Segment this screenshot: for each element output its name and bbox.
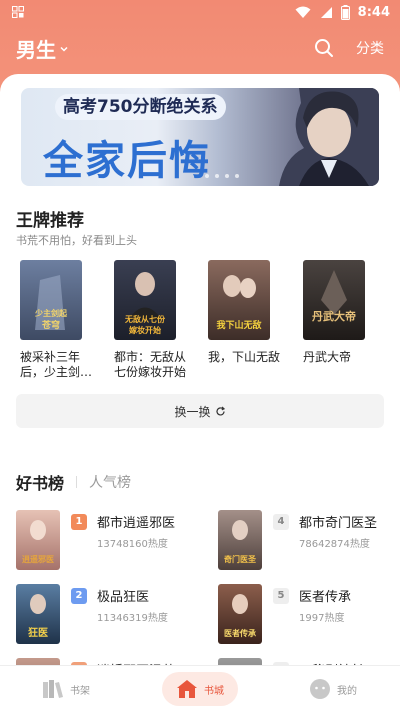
signal-icon <box>320 6 332 18</box>
profile-icon <box>310 679 330 699</box>
recommendation-title: 我，下山无敌 <box>208 350 281 364</box>
rank-badge: 4 <box>273 514 289 530</box>
ranking-item[interactable]: 奇门医圣 4 都市奇门医圣 78642874热度 <box>218 510 388 570</box>
recommendation-item[interactable]: 我下山无敌 我，下山无敌 <box>208 260 280 365</box>
book-cover: 少主剑起 苍穹 <box>20 260 82 340</box>
tab-good-books[interactable]: 好书榜 <box>16 470 64 494</box>
ranking-title: 都市逍遥邪医 <box>97 516 176 531</box>
banner-pill-text: 高考750分断绝关系 <box>55 94 226 120</box>
recommendation-item[interactable]: 丹武大帝 丹武大帝 <box>303 260 373 365</box>
svg-text:逍遥邪医: 逍遥邪医 <box>22 554 54 564</box>
banner-title: 全家后悔 <box>43 138 211 184</box>
svg-text:狂医: 狂医 <box>28 626 48 639</box>
bookstore-home-icon <box>177 680 197 698</box>
cover-art: 我下山无敌 <box>216 275 262 331</box>
tab-popular[interactable]: 人气榜 <box>89 472 131 492</box>
carousel-dot <box>205 174 209 178</box>
cover-art: 逍遥邪医 <box>22 520 54 564</box>
cover-art: 奇门医圣 <box>224 520 257 564</box>
svg-text:奇门医圣: 奇门医圣 <box>224 554 257 564</box>
svg-text:丹武大帝: 丹武大帝 <box>312 309 356 323</box>
nav-bookstore[interactable]: 书城 <box>162 672 238 706</box>
book-cover: 奇门医圣 <box>218 510 262 570</box>
recommendation-title: 丹武大帝 <box>303 350 352 364</box>
search-icon[interactable] <box>313 37 335 59</box>
svg-text:无敌从七份: 无敌从七份 <box>124 314 166 324</box>
ranking-title: 都市奇门医圣 <box>299 516 378 531</box>
cover-art: 无敌从七份 嫁妆开始 <box>124 272 166 335</box>
cover-art: 医者传承 <box>224 594 256 638</box>
carousel-dot <box>235 174 239 178</box>
svg-text:苍穹: 苍穹 <box>41 319 60 331</box>
rank-badge: 1 <box>71 514 87 530</box>
ace-section-title: 王牌推荐 <box>16 211 84 231</box>
recommendation-item[interactable]: 少主剑起 苍穹 被采补三年后，少主剑… <box>20 260 92 380</box>
category-button[interactable]: 分类 <box>356 38 384 58</box>
recommendation-title: 被采补三年后，少主剑… <box>20 350 93 379</box>
book-cover: 狂医 <box>16 584 60 644</box>
promo-banner[interactable]: 高考750分断绝关系 全家后悔 <box>21 88 379 186</box>
rank-badge: 5 <box>273 588 289 604</box>
tab-divider <box>76 476 78 488</box>
ranking-item[interactable]: 狂医 2 极品狂医 11346319热度 <box>16 584 186 644</box>
cover-art: 狂医 <box>28 594 48 639</box>
gender-label: 男生 <box>16 38 56 62</box>
nav-mine[interactable]: 我的 <box>309 674 357 704</box>
gender-selector[interactable]: 男生 <box>16 34 69 63</box>
recommendation-row: 少主剑起 苍穹 被采补三年后，少主剑… 无敌从七份 嫁妆开始 都市：无敌从七份嫁… <box>20 260 380 380</box>
ranking-heat: 13748160热度 <box>97 539 168 550</box>
ranking-heat: 1997热度 <box>299 613 345 624</box>
carousel-dot <box>215 174 219 178</box>
content-card: 高考750分断绝关系 全家后悔 王牌推荐 书荒不用怕，好看到上头 少主剑起 苍穹… <box>0 74 400 711</box>
book-cover: 我下山无敌 <box>208 260 270 340</box>
swap-label: 换一换 <box>174 404 211 419</box>
ranking-heat: 78642874热度 <box>299 539 370 550</box>
nav-mine-label: 我的 <box>337 685 357 697</box>
ranking-tabs: 好书榜 人气榜 <box>16 470 131 494</box>
svg-text:嫁妆开始: 嫁妆开始 <box>128 325 161 335</box>
book-cover: 丹武大帝 <box>303 260 365 340</box>
ranking-heat: 11346319热度 <box>97 613 168 624</box>
carousel-dot <box>225 174 229 178</box>
book-cover: 无敌从七份 嫁妆开始 <box>114 260 176 340</box>
bookshelf-icon <box>43 680 63 698</box>
ranking-item[interactable]: 逍遥邪医 1 都市逍遥邪医 13748160热度 <box>16 510 186 570</box>
banner-illustration <box>279 88 379 186</box>
book-cover: 医者传承 <box>218 584 262 644</box>
cover-art: 丹武大帝 <box>312 270 356 323</box>
recommendation-title: 都市：无敌从七份嫁妆开始 <box>114 350 187 379</box>
nav-bookshelf-label: 书架 <box>70 685 90 697</box>
svg-text:我下山无敌: 我下山无敌 <box>216 319 261 331</box>
nav-bookshelf[interactable]: 书架 <box>42 674 90 704</box>
clock: 8:44 <box>357 4 390 20</box>
refresh-icon <box>215 406 225 416</box>
top-bar: 男生 分类 <box>0 32 400 66</box>
swap-button[interactable]: 换一换 <box>16 394 384 428</box>
nav-bookstore-label: 书城 <box>204 685 224 697</box>
app-grid-icon <box>12 6 24 18</box>
ranking-item[interactable]: 医者传承 5 医者传承 1997热度 <box>218 584 388 644</box>
book-cover: 逍遥邪医 <box>16 510 60 570</box>
ranking-title: 医者传承 <box>299 590 352 605</box>
status-bar: 8:44 <box>0 0 400 24</box>
carousel-dots <box>205 174 239 178</box>
svg-text:医者传承: 医者传承 <box>224 628 256 638</box>
chevron-down-icon <box>60 46 68 52</box>
svg-text:少主剑起: 少主剑起 <box>34 308 68 318</box>
battery-icon <box>340 4 350 20</box>
cover-art: 少主剑起 苍穹 <box>34 275 68 331</box>
recommendation-item[interactable]: 无敌从七份 嫁妆开始 都市：无敌从七份嫁妆开始 <box>114 260 186 380</box>
ranking-title: 极品狂医 <box>97 590 150 605</box>
wifi-icon <box>295 6 311 18</box>
ace-section-subtitle: 书荒不用怕，好看到上头 <box>16 234 137 247</box>
bottom-navigation: 书架 书城 我的 <box>0 665 400 711</box>
rank-badge: 2 <box>71 588 87 604</box>
